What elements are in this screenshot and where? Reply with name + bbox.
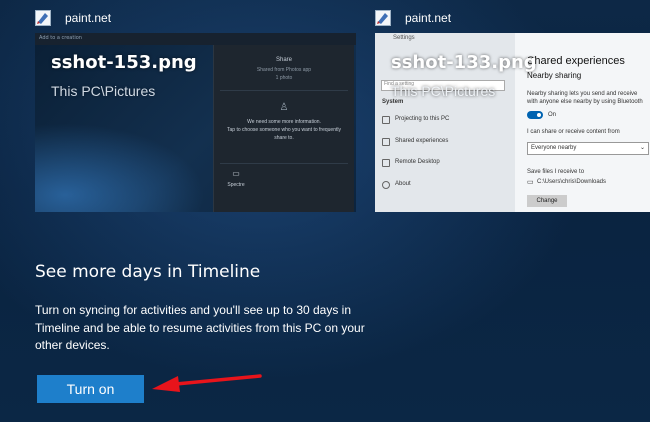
system-label: System xyxy=(382,99,404,105)
share-from-dropdown: Everyone nearby ⌄ xyxy=(527,142,649,155)
toggle-switch xyxy=(527,111,543,119)
nav-item: Shared experiences xyxy=(395,138,449,144)
change-button: Change xyxy=(527,195,567,207)
folder-icon: ▭ xyxy=(527,179,534,186)
share-app-label: Spectre xyxy=(227,182,245,188)
nav-item: Projecting to this PC xyxy=(395,116,450,122)
dropdown-value: Everyone nearby xyxy=(531,145,577,151)
activity-location: This PC\Pictures xyxy=(51,83,156,99)
preview-share-panel: Share Shared from Photos app 1 photo ♙ W… xyxy=(213,45,354,212)
settings-heading: Shared experiences xyxy=(527,55,625,67)
activity-card-1[interactable]: paint.net Add to a creation Share Shared… xyxy=(35,0,356,212)
nav-item: About xyxy=(395,181,411,187)
settings-desc-2: with anyone else nearby by using Bluetoo… xyxy=(527,99,643,105)
settings-desc-1: Nearby sharing lets you send and receive xyxy=(527,91,638,97)
remote-icon xyxy=(382,159,390,167)
timeline-description: Turn on syncing for activities and you'l… xyxy=(35,303,365,352)
annotation-arrow-icon xyxy=(152,374,262,392)
activity-thumbnail[interactable]: Add to a creation Share Shared from Phot… xyxy=(35,33,356,212)
info-line-1: We need some more information. xyxy=(247,119,321,125)
share-count: 1 photo xyxy=(275,75,293,81)
app-name: paint.net xyxy=(65,11,112,25)
activity-card-2[interactable]: paint.net Settings Find a setting System… xyxy=(375,0,650,212)
monitor-icon: ▭ xyxy=(232,169,240,178)
settings-back-label: Settings xyxy=(393,35,415,41)
divider xyxy=(220,163,348,164)
app-name: paint.net xyxy=(405,11,452,25)
activity-file-name: sshot-153.png xyxy=(51,52,197,73)
preview-toolbar: Add to a creation xyxy=(35,33,356,45)
preview-toolbar-text: Add to a creation xyxy=(39,35,82,41)
info-line-3: share to. xyxy=(274,135,294,141)
divider xyxy=(220,90,348,91)
save-path: C:\Users\chris\Downloads xyxy=(537,179,607,185)
paintnet-icon xyxy=(35,10,51,26)
save-to-label: Save files I receive to xyxy=(527,169,585,175)
share-from-label: I can share or receive content from xyxy=(527,129,620,135)
card-header: paint.net xyxy=(35,6,356,30)
toggle-label: On xyxy=(548,112,557,118)
share-title: Share xyxy=(275,57,292,63)
projecting-icon xyxy=(382,116,390,124)
card-header: paint.net xyxy=(375,6,650,30)
shared-icon xyxy=(382,138,390,146)
timeline-heading: See more days in Timeline xyxy=(35,262,261,282)
wallpaper-glow xyxy=(35,123,205,212)
share-sub: Shared from Photos app xyxy=(256,67,312,73)
nav-item: Remote Desktop xyxy=(395,159,440,165)
activity-file-name: sshot-133.png xyxy=(391,52,537,73)
paintnet-icon xyxy=(375,10,391,26)
info-line-2: Tap to choose someone who you want to fr… xyxy=(227,127,341,133)
person-icon: ♙ xyxy=(279,102,289,113)
info-icon xyxy=(382,181,390,189)
turn-on-button[interactable]: Turn on xyxy=(37,375,144,403)
activity-location: This PC\Pictures xyxy=(391,83,496,99)
chevron-down-icon: ⌄ xyxy=(639,145,645,151)
activity-thumbnail[interactable]: Settings Find a setting System Projectin… xyxy=(375,33,650,212)
